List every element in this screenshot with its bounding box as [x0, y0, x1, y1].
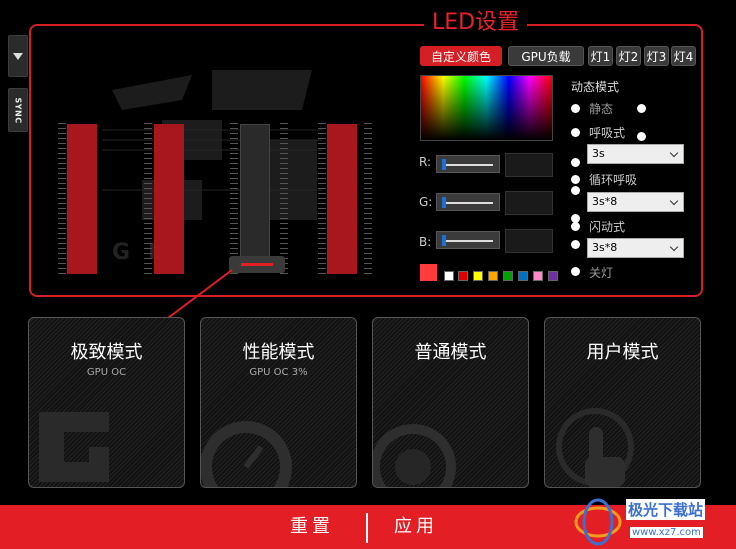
breathing-speed-select[interactable]: 3s: [587, 144, 684, 164]
radio-dot[interactable]: [637, 132, 646, 141]
caret-down-icon: [13, 52, 23, 60]
mode-name: 用户模式: [586, 342, 659, 363]
g-slider-track: [443, 202, 493, 204]
mode-card-user[interactable]: 用户模式: [544, 317, 701, 488]
cycle-breathing-label: 循环呼吸: [589, 173, 638, 187]
current-color-swatch: [420, 264, 437, 281]
led-bar-4: [327, 124, 357, 274]
handle-indicator: [241, 263, 273, 266]
color-palette[interactable]: [420, 75, 553, 141]
r-slider-thumb[interactable]: [442, 159, 446, 170]
speedometer-icon: [201, 421, 292, 487]
gpu-load-button[interactable]: GPU负载: [508, 46, 584, 66]
flash-speed-select[interactable]: 3s*8: [587, 238, 684, 258]
lamp-2-button[interactable]: 灯2: [616, 46, 641, 66]
r-value-input[interactable]: [505, 153, 553, 177]
g-slider-thumb[interactable]: [442, 197, 446, 208]
custom-color-button[interactable]: 自定义颜色: [420, 46, 502, 66]
refresh-circle-icon: [373, 424, 456, 487]
mode-sub: GPU OC: [86, 367, 127, 378]
flash-label: 闪动式: [589, 220, 626, 234]
led-bar-2: [154, 124, 184, 274]
led-bar-handle[interactable]: [229, 256, 285, 273]
r-slider-track: [443, 164, 493, 166]
scale-ticks: [58, 123, 66, 275]
apply-button[interactable]: 应用: [394, 505, 438, 549]
r-slider[interactable]: [436, 155, 500, 173]
swatch-blue[interactable]: [518, 271, 528, 281]
hand-pointer-icon: [556, 408, 634, 487]
extreme-mode-icon: [39, 412, 109, 482]
scale-ticks: [318, 123, 326, 275]
radio-dot[interactable]: [637, 104, 646, 113]
radio-dot[interactable]: [571, 240, 580, 249]
b-value-input[interactable]: [505, 229, 553, 253]
collapse-toggle[interactable]: [8, 35, 28, 77]
swatch-yellow[interactable]: [473, 271, 483, 281]
mode-name: 普通模式: [414, 342, 487, 363]
breathing-radio[interactable]: [571, 128, 580, 137]
led-bar-3: [240, 124, 270, 260]
off-radio[interactable]: [571, 267, 580, 276]
swatch-orange[interactable]: [488, 271, 498, 281]
r-label: R:: [419, 155, 432, 169]
led-bar-1: [67, 124, 97, 274]
swatch-white[interactable]: [444, 271, 454, 281]
sync-tab[interactable]: SYNC: [8, 88, 28, 132]
lamp-3-button[interactable]: 灯3: [644, 46, 669, 66]
cycle-speed-select[interactable]: 3s*8: [587, 192, 684, 212]
lamp-4-button[interactable]: 灯4: [671, 46, 696, 66]
breathing-label: 呼吸式: [589, 126, 626, 140]
b-slider[interactable]: [436, 231, 500, 249]
b-slider-track: [443, 240, 493, 242]
scale-ticks: [280, 123, 288, 275]
cycle-breathing-radio[interactable]: [571, 175, 580, 184]
lamp-1-button[interactable]: 灯1: [588, 46, 613, 66]
b-slider-thumb[interactable]: [442, 235, 446, 246]
swatch-red[interactable]: [458, 271, 468, 281]
watermark-text: 极光下载站: [626, 499, 706, 520]
mode-name: 极致模式: [70, 342, 143, 363]
swatch-pink[interactable]: [533, 271, 543, 281]
flash-radio[interactable]: [571, 222, 580, 231]
swatch-green[interactable]: [503, 271, 513, 281]
footer-divider: [366, 513, 368, 543]
b-label: B:: [419, 235, 432, 249]
swatch-purple[interactable]: [548, 271, 558, 281]
scale-ticks: [230, 123, 238, 275]
g-label: G:: [419, 195, 433, 209]
g-slider[interactable]: [436, 193, 500, 211]
static-radio[interactable]: [571, 104, 580, 113]
g-value-input[interactable]: [505, 191, 553, 215]
watermark-url: www.xz7.com: [630, 527, 703, 538]
mode-card-extreme[interactable]: 极致模式 GPU OC: [28, 317, 185, 488]
off-label: 关灯: [589, 266, 614, 280]
dynamic-mode-title: 动态模式: [571, 80, 620, 94]
scale-ticks: [364, 123, 372, 275]
static-label: 静态: [589, 102, 614, 116]
reset-button[interactable]: 重置: [290, 505, 334, 549]
mode-card-normal[interactable]: 普通模式: [372, 317, 529, 488]
mode-card-performance[interactable]: 性能模式 GPU OC 3%: [200, 317, 357, 488]
radio-dot[interactable]: [571, 186, 580, 195]
mode-name: 性能模式: [242, 342, 315, 363]
scale-ticks: [144, 123, 152, 275]
sync-label: SYNC: [13, 96, 23, 124]
mode-sub: GPU OC 3%: [249, 367, 308, 378]
led-settings-title: LED设置: [424, 8, 528, 38]
radio-dot[interactable]: [571, 158, 580, 167]
brand-logo-art: [102, 70, 322, 220]
